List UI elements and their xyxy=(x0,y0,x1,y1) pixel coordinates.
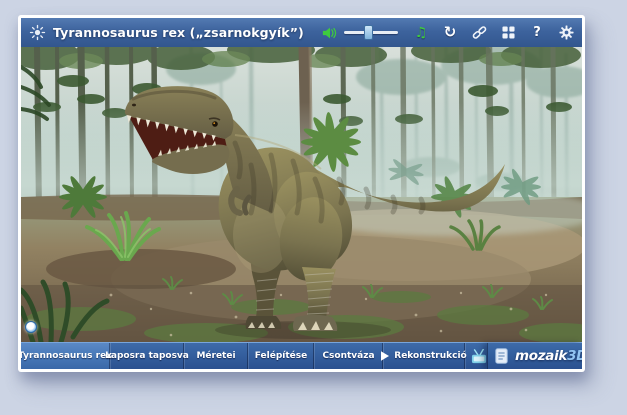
tab-label: Felépítése xyxy=(255,351,307,361)
tab-label: Rekonstrukció xyxy=(394,351,466,361)
tabbar: Tyrannosaurus rex Laposra taposva Mérete… xyxy=(21,342,582,369)
page-title: Tyrannosaurus rex („zsarnokgyík”) xyxy=(53,25,304,40)
tab-rekonstrukcio[interactable]: Rekonstrukció xyxy=(383,343,465,369)
sun-icon xyxy=(29,24,46,41)
volume-control xyxy=(322,24,398,42)
grid-icon[interactable] xyxy=(500,24,516,42)
tv-icon xyxy=(470,349,488,364)
scene-3d-viewport[interactable] xyxy=(21,47,582,342)
pan-indicator-dot[interactable] xyxy=(25,321,37,333)
document-icon[interactable] xyxy=(495,348,508,364)
refresh-icon[interactable]: ↻ xyxy=(442,24,458,42)
gear-icon[interactable] xyxy=(558,24,574,42)
mozaik3d-logo: mozaik3D xyxy=(515,348,582,364)
tab-tyrannosaurus-rex[interactable]: Tyrannosaurus rex xyxy=(21,343,110,369)
volume-slider-handle[interactable] xyxy=(364,25,373,40)
tab-label: Tyrannosaurus rex xyxy=(21,351,112,361)
tab-felepitese[interactable]: Felépítése xyxy=(248,343,314,369)
forest-trex-illustration xyxy=(21,47,582,342)
tab-csontvaza[interactable]: Csontváza xyxy=(314,343,383,369)
mozaik3d-logo-panel[interactable]: mozaik3D xyxy=(487,343,582,369)
tab-label: Méretei xyxy=(196,351,235,361)
speaker-icon[interactable] xyxy=(322,24,338,42)
music-note-icon[interactable]: ♫ xyxy=(413,24,429,42)
window-inner: Tyrannosaurus rex („zsarnokgyík”) ♫ xyxy=(21,18,582,369)
tab-label: Laposra taposva xyxy=(105,351,189,361)
tab-meretei[interactable]: Méretei xyxy=(184,343,248,369)
play-icon xyxy=(381,351,389,361)
volume-slider[interactable] xyxy=(344,31,398,34)
tab-laposra-taposva[interactable]: Laposra taposva xyxy=(110,343,184,369)
titlebar: Tyrannosaurus rex („zsarnokgyík”) ♫ xyxy=(21,18,582,47)
app-window: Tyrannosaurus rex („zsarnokgyík”) ♫ xyxy=(18,15,585,372)
question-icon[interactable]: ? xyxy=(529,24,545,42)
tab-label: Csontváza xyxy=(322,351,374,361)
link-icon[interactable] xyxy=(471,24,487,42)
titlebar-controls: ♫ ↻ xyxy=(322,24,574,42)
